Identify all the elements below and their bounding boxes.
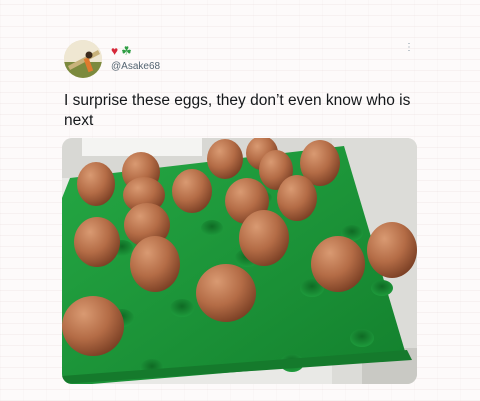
display-name[interactable]: ♥ ☘	[111, 44, 132, 58]
user-handle[interactable]: @Asake68	[111, 61, 160, 72]
avatar-image	[64, 40, 102, 78]
avatar[interactable]	[64, 40, 102, 78]
egg-tray-photo	[62, 138, 417, 384]
tweet-text: I surprise these eggs, they don’t even k…	[64, 92, 411, 129]
heart-emoji: ♥	[111, 44, 119, 58]
tweet-photo[interactable]	[62, 138, 417, 384]
tweet-card: ♥ ☘ @Asake68 ⋮ I surprise these eggs, th…	[0, 0, 480, 401]
more-options-icon[interactable]: ⋮	[404, 43, 414, 53]
clover-emoji: ☘	[121, 44, 132, 58]
